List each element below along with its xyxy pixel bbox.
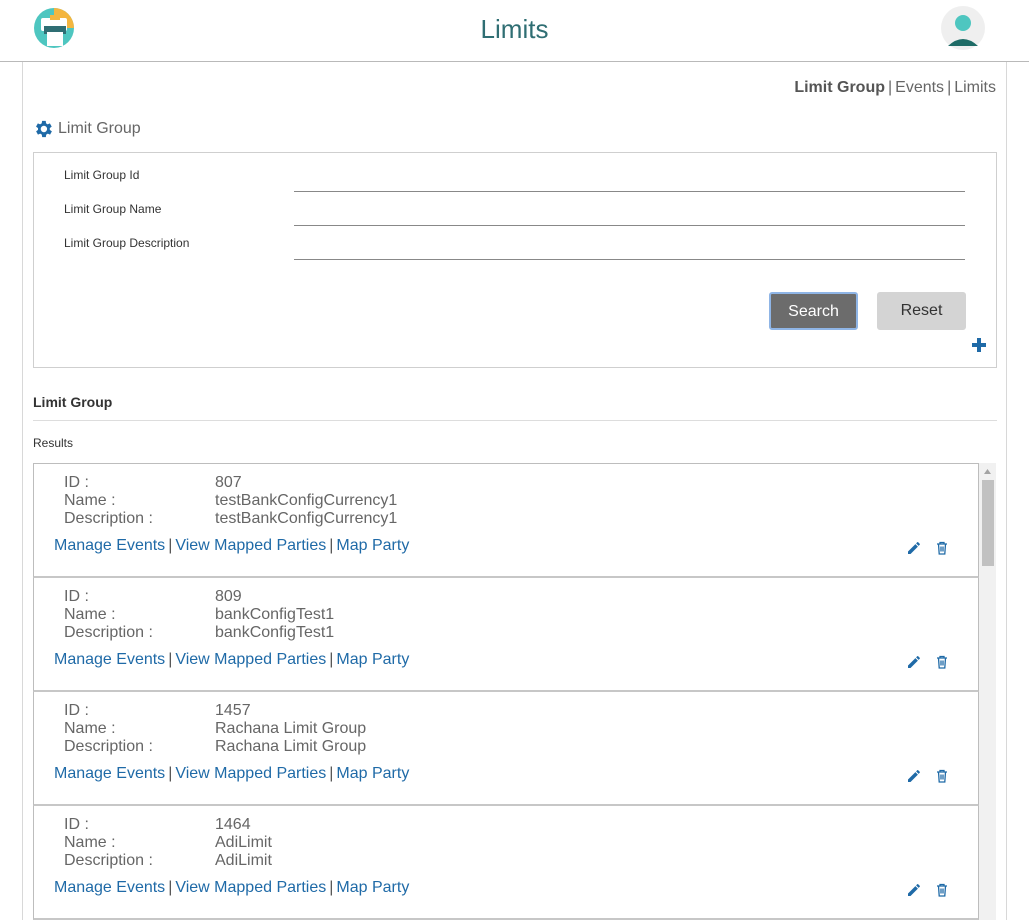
name-key: Name : [64,492,116,509]
nav-limits[interactable]: Limits [954,79,996,96]
trash-icon[interactable] [934,882,950,898]
id-key: ID : [64,702,89,719]
id-key: ID : [64,474,89,491]
pencil-icon[interactable] [906,654,922,670]
description-value: bankConfigTest1 [215,624,335,641]
trash-icon[interactable] [934,654,950,670]
results-section-title: Limit Group [33,394,113,410]
description-key: Description : [64,738,153,755]
nav-separator: | [947,79,952,96]
map-party-link[interactable]: Map Party [336,651,409,668]
view-mapped-parties-link[interactable]: View Mapped Parties [175,651,326,668]
results-scrollbar[interactable] [979,463,996,920]
results-list: ID : 807 Name : testBankConfigCurrency1 … [33,463,979,920]
manage-events-link[interactable]: Manage Events [54,879,165,896]
name-value: Rachana Limit Group [215,720,367,737]
name-value: testBankConfigCurrency1 [215,492,398,509]
limit-group-name-label: Limit Group Name [64,202,162,216]
name-value: AdiLimit [215,834,272,851]
limit-group-description-input[interactable] [294,236,965,260]
search-button[interactable]: Search [769,292,858,330]
result-actions: Manage Events | View Mapped Parties | Map Pa… [54,765,409,783]
trash-icon[interactable] [934,768,950,784]
link-separator: | [329,879,334,896]
search-form: Limit Group Id Limit Group Name Limit Gr… [33,152,997,368]
link-separator: | [168,765,173,782]
search-section-header: Limit Group [32,118,141,140]
user-avatar-icon[interactable] [941,6,985,50]
gear-icon [36,120,52,138]
app-header: Limits [0,0,1029,62]
main-content: Limit Group | Events | Limits Limit Group Li… [22,62,1007,920]
description-key: Description : [64,510,153,527]
manage-events-link[interactable]: Manage Events [54,651,165,668]
result-card: ID : 1464 Name : AdiLimit Description : … [33,806,979,920]
pencil-icon[interactable] [906,882,922,898]
result-actions: Manage Events | View Mapped Parties | Map Pa… [54,651,409,669]
result-card: ID : 1457 Name : Rachana Limit Group Des… [33,692,979,806]
description-value: testBankConfigCurrency1 [215,510,398,527]
plus-icon[interactable] [971,337,987,353]
results-label: Results [33,436,74,450]
reset-button[interactable]: Reset [877,292,966,330]
description-value: AdiLimit [215,852,272,869]
limit-group-description-label: Limit Group Description [64,236,190,250]
result-card: ID : 809 Name : bankConfigTest1 Descript… [33,578,979,692]
link-separator: | [168,879,173,896]
manage-events-link[interactable]: Manage Events [54,537,165,554]
scroll-thumb[interactable] [982,480,994,566]
limit-group-id-label: Limit Group Id [64,168,140,182]
page-title: Limits [480,14,549,44]
nav-limit-group[interactable]: Limit Group [794,79,885,96]
view-mapped-parties-link[interactable]: View Mapped Parties [175,765,326,782]
description-value: Rachana Limit Group [215,738,367,755]
id-key: ID : [64,816,89,833]
limit-group-name-input[interactable] [294,202,965,226]
result-card: ID : 807 Name : testBankConfigCurrency1 … [33,464,979,578]
name-value: bankConfigTest1 [215,606,335,623]
limit-group-id-input[interactable] [294,168,965,192]
section-nav: Limit Group | Events | Limits [794,79,996,97]
link-separator: | [329,651,334,668]
name-key: Name : [64,606,116,623]
id-value: 1464 [215,816,251,833]
view-mapped-parties-link[interactable]: View Mapped Parties [175,537,326,554]
pencil-icon[interactable] [906,768,922,784]
name-key: Name : [64,834,116,851]
id-value: 807 [215,474,242,491]
map-party-link[interactable]: Map Party [336,765,409,782]
scroll-up-arrow-icon[interactable] [979,463,996,480]
link-separator: | [168,651,173,668]
nav-events[interactable]: Events [895,79,944,96]
map-party-link[interactable]: Map Party [336,879,409,896]
map-party-link[interactable]: Map Party [336,537,409,554]
name-key: Name : [64,720,116,737]
results-divider [33,420,997,421]
result-actions: Manage Events | View Mapped Parties | Map Pa… [54,537,409,555]
link-separator: | [329,765,334,782]
manage-events-link[interactable]: Manage Events [54,765,165,782]
pencil-icon[interactable] [906,540,922,556]
link-separator: | [329,537,334,554]
nav-separator: | [887,79,893,96]
search-section-title: Limit Group [58,120,141,137]
link-separator: | [168,537,173,554]
trash-icon[interactable] [934,540,950,556]
id-key: ID : [64,588,89,605]
description-key: Description : [64,852,153,869]
id-value: 809 [215,588,242,605]
description-key: Description : [64,624,153,641]
view-mapped-parties-link[interactable]: View Mapped Parties [175,879,326,896]
result-actions: Manage Events | View Mapped Parties | Map Pa… [54,879,409,897]
id-value: 1457 [215,702,251,719]
